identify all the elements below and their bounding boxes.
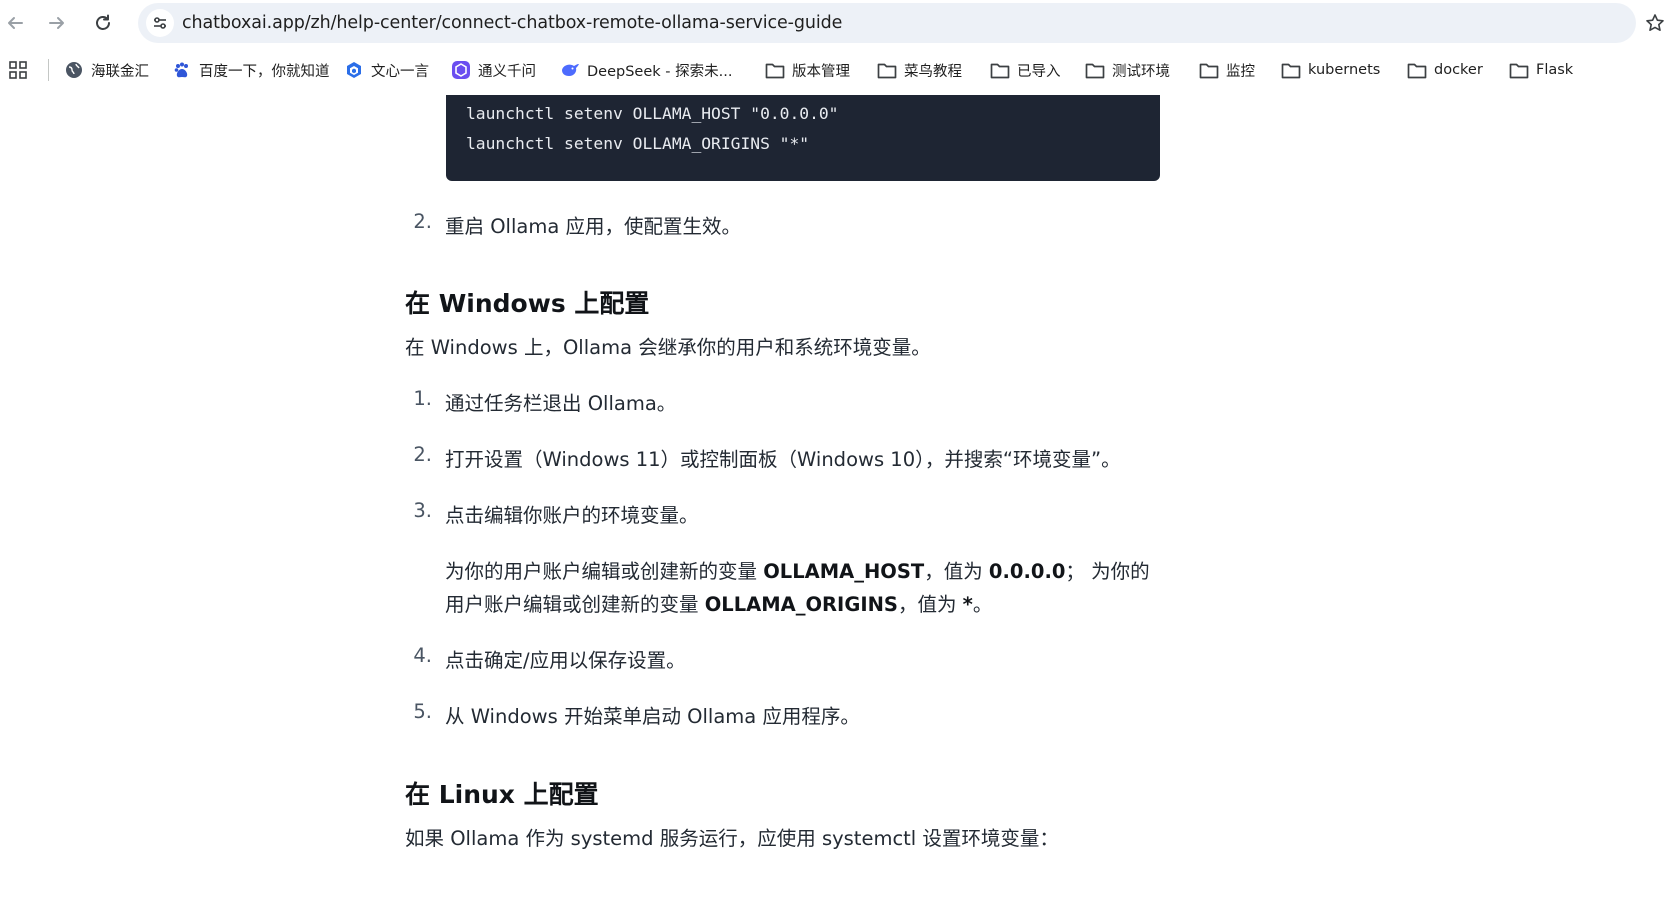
folder-icon xyxy=(1199,60,1219,80)
linux-intro: 如果 Ollama 作为 systemd 服务运行，应使用 systemctl … xyxy=(405,827,1059,850)
windows-section-heading: 在 Windows 上配置 xyxy=(405,289,650,318)
list-item-text: 点击确定/应用以保存设置。 xyxy=(445,649,686,672)
bookmark-label: 文心一言 xyxy=(371,63,429,80)
list-number: 3. xyxy=(413,499,432,522)
arrow-right-icon xyxy=(49,17,64,29)
detail-text: ； 为你的 xyxy=(1065,560,1150,583)
ollama-host-var: OLLAMA_HOST xyxy=(763,560,925,583)
list-item-text: 通过任务栏退出 Ollama。 xyxy=(445,392,677,415)
bookmark-label: 通义千问 xyxy=(478,63,536,80)
site-info-button[interactable] xyxy=(146,9,174,37)
bookmark-label: 测试环境 xyxy=(1112,63,1170,80)
list-number: 1. xyxy=(413,387,432,410)
arrow-left-icon xyxy=(8,17,23,29)
forward-button[interactable] xyxy=(42,8,72,38)
detail-text: 。 xyxy=(972,593,993,616)
detail-text: 用户账户编辑或创建新的变量 xyxy=(445,593,705,616)
bookmark-label: docker xyxy=(1434,62,1483,78)
bookmark-label: kubernets xyxy=(1308,62,1381,78)
bookmark-label: 已导入 xyxy=(1017,63,1061,80)
detail-text: ，值为 xyxy=(897,593,963,616)
bookmark-tongyi[interactable]: 通义千问 xyxy=(451,58,536,82)
step3-detail-line1: 为你的用户账户编辑或创建新的变量 OLLAMA_HOST，值为 0.0.0.0；… xyxy=(445,555,1150,584)
back-button[interactable] xyxy=(0,8,30,38)
bookmark-star-button[interactable] xyxy=(1640,8,1670,38)
code-line: launchctl setenv OLLAMA_ORIGINS "*" xyxy=(466,134,810,153)
bookmark-folder-runoob[interactable]: 菜鸟教程 xyxy=(877,58,962,82)
bookmark-label: 百度一下，你就知道 xyxy=(199,63,330,80)
bookmark-baidu[interactable]: 百度一下，你就知道 xyxy=(172,58,330,82)
apps-grid-button[interactable] xyxy=(8,60,28,85)
windows-intro: 在 Windows 上，Ollama 会继承你的用户和系统环境变量。 xyxy=(405,336,931,359)
code-block[interactable]: launchctl setenv OLLAMA_HOST "0.0.0.0" l… xyxy=(446,95,1160,181)
list-number: 4. xyxy=(413,644,432,667)
folder-icon xyxy=(990,60,1010,80)
address-bar[interactable]: chatboxai.app/zh/help-center/connect-cha… xyxy=(138,3,1636,43)
wenxin-icon xyxy=(344,60,364,80)
url-text[interactable]: chatboxai.app/zh/help-center/connect-cha… xyxy=(182,13,842,33)
bookmark-wenxin[interactable]: 文心一言 xyxy=(344,58,429,82)
article-content: launchctl setenv OLLAMA_HOST "0.0.0.0" l… xyxy=(0,94,1675,916)
bookmark-folder-imported[interactable]: 已导入 xyxy=(990,58,1061,82)
bookmarks-divider xyxy=(48,59,49,81)
list-item-text: 重启 Ollama 应用，使配置生效。 xyxy=(445,215,741,238)
list-number: 2. xyxy=(413,210,432,233)
bookmark-folder-version[interactable]: 版本管理 xyxy=(765,58,850,82)
bookmarks-bar: 海联金汇 百度一下，你就知道 文心一言 通义千问 DeepSeek - 探索未.… xyxy=(0,46,1675,94)
bookmark-hailian[interactable]: 海联金汇 xyxy=(64,58,149,82)
step3-detail-line2: 用户账户编辑或创建新的变量 OLLAMA_ORIGINS，值为 *。 xyxy=(445,588,992,617)
deepseek-icon xyxy=(560,60,580,80)
bookmark-folder-testenv[interactable]: 测试环境 xyxy=(1085,58,1170,82)
detail-text: 为你的用户账户编辑或创建新的变量 xyxy=(445,560,764,583)
folder-icon xyxy=(1407,60,1427,80)
folder-icon xyxy=(1281,60,1301,80)
reload-button[interactable] xyxy=(88,8,118,38)
bookmark-label: 版本管理 xyxy=(792,63,850,80)
bookmark-folder-docker[interactable]: docker xyxy=(1407,58,1483,82)
bookmark-folder-flask[interactable]: Flask xyxy=(1509,58,1573,82)
apps-grid-icon xyxy=(9,61,27,79)
folder-icon xyxy=(877,60,897,80)
list-number: 2. xyxy=(413,443,432,466)
bookmark-label: DeepSeek - 探索未... xyxy=(587,63,733,80)
detail-text: ，值为 xyxy=(924,560,989,583)
list-item-text: 点击编辑你账户的环境变量。 xyxy=(445,504,699,527)
code-line: launchctl setenv OLLAMA_HOST "0.0.0.0" xyxy=(466,104,839,123)
baidu-paw-icon xyxy=(172,60,192,80)
tongyi-icon xyxy=(451,60,471,80)
bookmark-label: 菜鸟教程 xyxy=(904,63,962,80)
list-item-text: 打开设置（Windows 11）或控制面板（Windows 10），并搜索“环境… xyxy=(445,448,1121,471)
ollama-origins-value: * xyxy=(962,593,973,616)
bookmark-deepseek[interactable]: DeepSeek - 探索未... xyxy=(560,58,732,82)
bookmark-folder-kubernets[interactable]: kubernets xyxy=(1281,58,1380,82)
folder-icon xyxy=(1509,60,1529,80)
ollama-host-value: 0.0.0.0 xyxy=(988,560,1066,583)
list-item-text: 从 Windows 开始菜单启动 Ollama 应用程序。 xyxy=(445,705,860,728)
bookmark-label: 海联金汇 xyxy=(91,63,149,80)
ollama-origins-var: OLLAMA_ORIGINS xyxy=(704,593,898,616)
bookmark-folder-monitor[interactable]: 监控 xyxy=(1199,58,1255,82)
globe-icon xyxy=(64,60,84,80)
bookmark-label: Flask xyxy=(1536,62,1574,78)
linux-section-heading: 在 Linux 上配置 xyxy=(405,780,599,809)
tune-icon xyxy=(154,17,166,29)
folder-icon xyxy=(765,60,785,80)
folder-icon xyxy=(1085,60,1105,80)
star-icon xyxy=(1646,14,1664,31)
list-number: 5. xyxy=(413,700,432,723)
bookmark-label: 监控 xyxy=(1226,63,1255,80)
reload-icon xyxy=(96,14,110,30)
browser-toolbar: chatboxai.app/zh/help-center/connect-cha… xyxy=(0,0,1675,46)
